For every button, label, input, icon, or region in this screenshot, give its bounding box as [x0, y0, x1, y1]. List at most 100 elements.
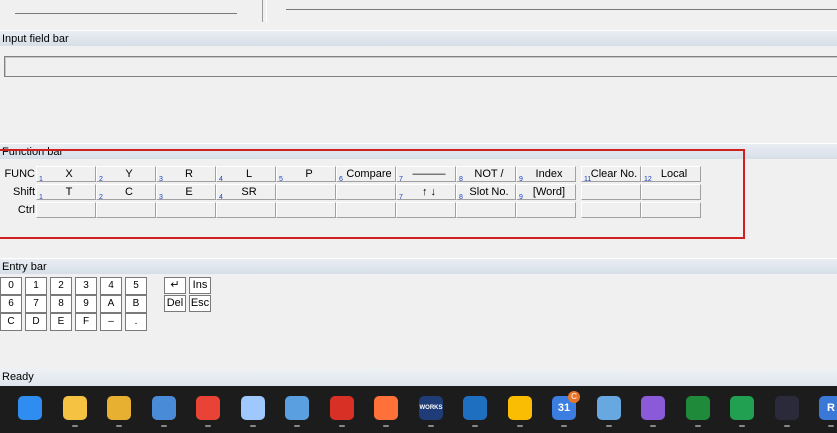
- key-label: T: [65, 186, 73, 198]
- works-app-icon[interactable]: WORKS: [419, 396, 443, 420]
- entry-key[interactable]: D: [25, 313, 47, 331]
- chat-app-icon[interactable]: [641, 396, 665, 420]
- entry-key[interactable]: B: [125, 295, 147, 313]
- entry-key[interactable]: 2: [50, 277, 72, 295]
- running-indicator: [650, 425, 656, 427]
- entry-key[interactable]: 3: [75, 277, 97, 295]
- entry-key[interactable]: –: [100, 313, 122, 331]
- xbox-icon[interactable]: [686, 396, 710, 420]
- entry-key[interactable]: 9: [75, 295, 97, 313]
- running-indicator: [561, 425, 567, 427]
- function-key[interactable]: [516, 202, 576, 218]
- function-key[interactable]: 3E: [156, 184, 216, 201]
- function-key[interactable]: [641, 184, 701, 200]
- function-key[interactable]: 2C: [96, 184, 156, 201]
- entry-key[interactable]: 6: [0, 295, 22, 313]
- key-label: R: [185, 168, 193, 180]
- key-label: SR: [241, 186, 257, 198]
- running-indicator: [72, 425, 78, 427]
- notification-badge: C: [568, 391, 580, 403]
- function-key[interactable]: 1T: [36, 184, 96, 201]
- entry-side-key[interactable]: Esc: [189, 295, 211, 312]
- function-key[interactable]: 9 [Word]: [516, 184, 576, 201]
- entry-side-key[interactable]: Del: [164, 295, 186, 312]
- function-key[interactable]: [641, 202, 701, 218]
- entry-key[interactable]: 0: [0, 277, 22, 295]
- function-key[interactable]: 8 NOT /: [456, 166, 516, 183]
- function-key[interactable]: [96, 202, 156, 218]
- running-indicator: [784, 425, 790, 427]
- entry-key[interactable]: 4: [100, 277, 122, 295]
- key-label: ↑ ↓: [421, 186, 437, 198]
- file-explorer-icon[interactable]: [63, 396, 87, 420]
- function-key[interactable]: [581, 184, 641, 200]
- google-chat-icon[interactable]: [730, 396, 754, 420]
- entry-key[interactable]: 5: [125, 277, 147, 295]
- windows-start-icon[interactable]: [18, 396, 42, 420]
- key-label: Index: [535, 168, 563, 180]
- function-key[interactable]: 11 Clear No.: [581, 166, 641, 183]
- function-key[interactable]: 8 Slot No.: [456, 184, 516, 201]
- row-label-ctrl: Ctrl: [17, 204, 35, 216]
- function-key[interactable]: 3R: [156, 166, 216, 183]
- running-indicator: [339, 425, 345, 427]
- function-key[interactable]: 7 ↑ ↓: [396, 184, 456, 201]
- entry-key[interactable]: E: [50, 313, 72, 331]
- function-key[interactable]: 12 Local: [641, 166, 701, 183]
- row-label-shift: Shift: [12, 186, 35, 198]
- function-key[interactable]: 7 ———: [396, 166, 456, 183]
- key-label: ———: [412, 168, 446, 180]
- app-icon[interactable]: [775, 396, 799, 420]
- running-indicator: [828, 425, 834, 427]
- running-indicator: [161, 425, 167, 427]
- function-key[interactable]: [581, 202, 641, 218]
- entry-key[interactable]: 7: [25, 295, 47, 313]
- function-key[interactable]: 1X: [36, 166, 96, 183]
- key-label: Slot No.: [469, 186, 509, 198]
- function-key[interactable]: [216, 202, 276, 218]
- function-key[interactable]: 6 Compare: [336, 166, 396, 183]
- running-indicator: [472, 425, 478, 427]
- entry-bar: 0 1 2 3 4 5 6 7 8 9 A B C D E F –. ↵ Ins Del Esc: [0, 277, 220, 333]
- function-key[interactable]: [336, 202, 396, 218]
- firefox-icon[interactable]: [374, 396, 398, 420]
- key-label: L: [245, 168, 253, 180]
- entry-key[interactable]: C: [0, 313, 22, 331]
- r-app-icon[interactable]: R: [819, 396, 837, 420]
- function-key[interactable]: [396, 202, 456, 218]
- function-key[interactable]: 4L: [216, 166, 276, 183]
- divider: [15, 13, 237, 14]
- key-label: X: [65, 168, 73, 180]
- function-key[interactable]: [36, 202, 96, 218]
- chrome-icon[interactable]: [196, 396, 220, 420]
- function-key[interactable]: 4 SR: [216, 184, 276, 201]
- entry-key[interactable]: A: [100, 295, 122, 313]
- gmail-icon[interactable]: [330, 396, 354, 420]
- remote-desktop-icon[interactable]: [152, 396, 176, 420]
- function-key[interactable]: 5P: [276, 166, 336, 183]
- function-key[interactable]: 2Y: [96, 166, 156, 183]
- entry-side-key[interactable]: ↵: [164, 277, 186, 294]
- entry-side-key[interactable]: Ins: [189, 277, 211, 294]
- network-tool-icon[interactable]: [107, 396, 131, 420]
- network-settings-icon[interactable]: [285, 396, 309, 420]
- splitter[interactable]: [262, 0, 267, 22]
- google-drive-icon[interactable]: [508, 396, 532, 420]
- monitor-app-icon[interactable]: [597, 396, 621, 420]
- function-key[interactable]: [276, 202, 336, 218]
- function-key[interactable]: 9 Index: [516, 166, 576, 183]
- entry-key[interactable]: 8: [50, 295, 72, 313]
- status-bar: Ready: [0, 369, 837, 386]
- wireshark-icon[interactable]: [463, 396, 487, 420]
- entry-key[interactable]: .: [125, 313, 147, 331]
- virtualbox-icon[interactable]: [241, 396, 265, 420]
- entry-key[interactable]: F: [75, 313, 97, 331]
- key-label: P: [305, 168, 313, 180]
- function-key[interactable]: [156, 202, 216, 218]
- input-field[interactable]: [4, 56, 837, 77]
- entry-key[interactable]: 1: [25, 277, 47, 295]
- function-key[interactable]: [276, 184, 336, 200]
- divider: [286, 9, 837, 10]
- function-key[interactable]: [336, 184, 396, 200]
- function-key[interactable]: [456, 202, 516, 218]
